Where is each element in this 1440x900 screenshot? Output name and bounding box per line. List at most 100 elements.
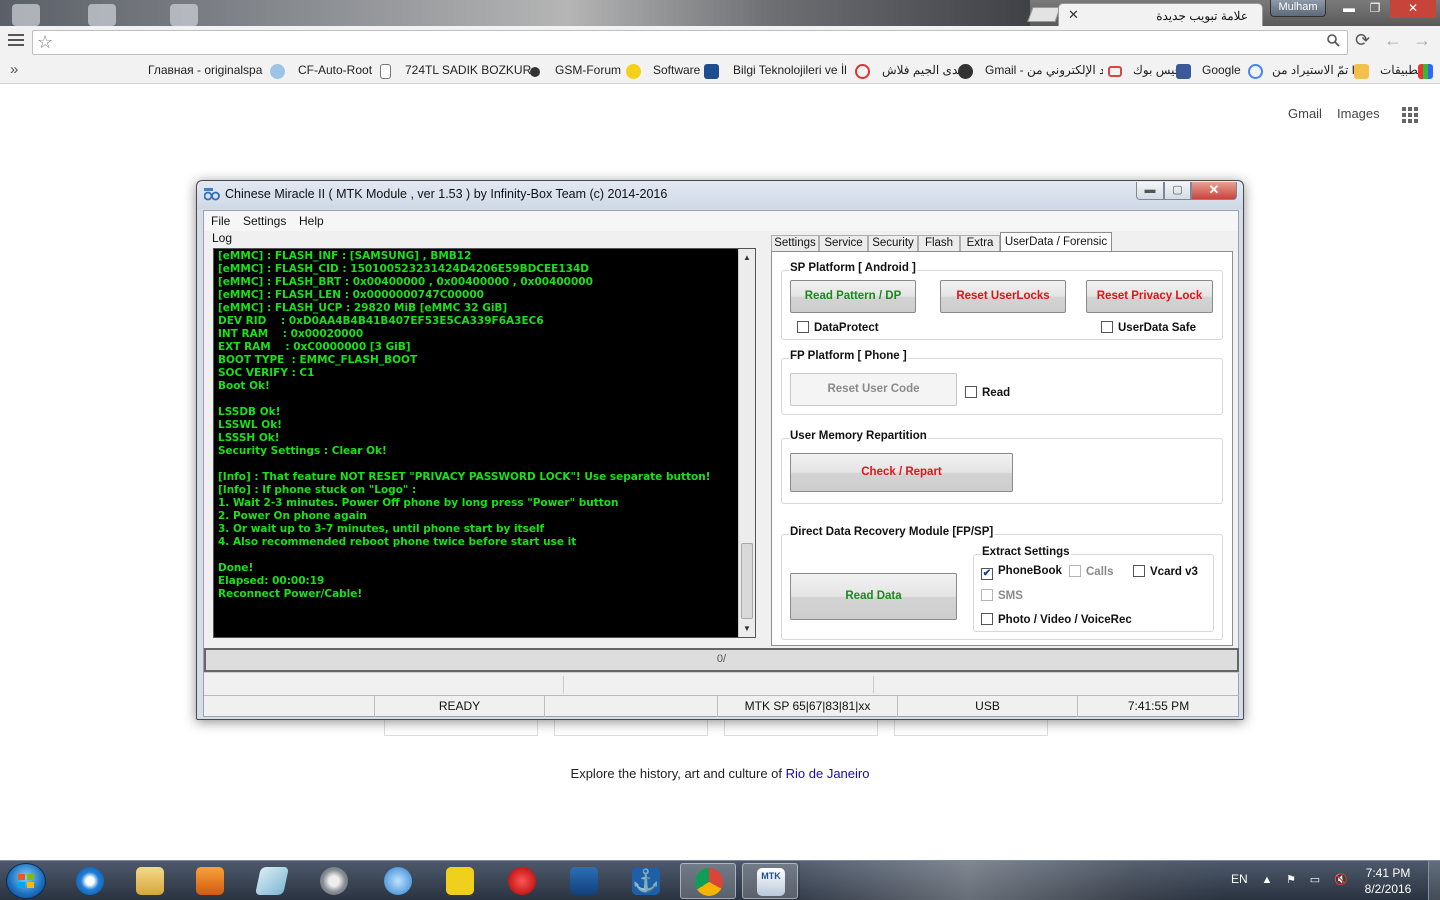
doodle-footer: Explore the history, art and culture of … [0, 766, 1440, 781]
images-link[interactable]: Images [1337, 106, 1380, 121]
log-line: LSSWL Ok! [218, 419, 282, 431]
back-icon[interactable]: ← [1384, 30, 1402, 51]
menu-settings[interactable]: Settings [243, 214, 286, 228]
most-visited-tile[interactable] [724, 718, 878, 736]
bookmark-item[interactable]: تطبيقات [1380, 63, 1421, 77]
bookmark-item[interactable]: Software [653, 63, 700, 77]
taskbar-media-player[interactable] [182, 863, 238, 899]
bookmark-item[interactable]: فيس بوك [1133, 63, 1180, 77]
bookmark-item[interactable]: Gmail - بريد الإلكتروني من [985, 63, 1103, 77]
taskbar-miracle-box[interactable] [494, 863, 550, 899]
calls-checkbox[interactable]: Calls [1069, 565, 1114, 578]
footer-link[interactable]: Rio de Janeiro [786, 766, 870, 781]
taskbar-chrome[interactable] [680, 863, 736, 899]
vcard-checkbox[interactable]: Vcard v3 [1133, 565, 1198, 578]
facebook-icon [1176, 64, 1191, 79]
apps-icon [1418, 64, 1433, 79]
reset-user-code-button[interactable]: Reset User Code [790, 373, 957, 406]
menu-file[interactable]: File [211, 214, 230, 228]
taskbar-bluetooth-tool[interactable] [370, 863, 426, 899]
app-titlebar[interactable]: Chinese Miracle II ( MTK Module , ver 1.… [197, 181, 1243, 209]
scroll-down-arrow-icon[interactable]: ▼ [739, 620, 755, 637]
profile-button[interactable]: Mulham [1270, 0, 1326, 17]
bookmark-item[interactable]: 724TL SADIK BOZKUR [405, 63, 531, 77]
chrome-menu-icon[interactable] [8, 34, 24, 50]
tab-userdata-forensic[interactable]: UserData / Forensic [1000, 232, 1112, 253]
browser-close-button[interactable]: ✕ [1390, 0, 1436, 18]
read-pattern-button[interactable]: Read Pattern / DP [790, 280, 916, 313]
tab-service[interactable]: Service [819, 235, 868, 252]
taskbar-explorer[interactable] [122, 863, 178, 899]
log-scrollbar[interactable]: ▲ ▼ [738, 249, 755, 637]
bookmark-item[interactable]: Главная - originalspa [148, 63, 262, 77]
tab-close-icon[interactable]: ✕ [1068, 7, 1079, 23]
bookmark-item[interactable]: GSM-Forum [555, 63, 621, 77]
action-center-flag-icon[interactable]: ⚑ [1284, 874, 1298, 887]
google-apps-icon[interactable] [1402, 107, 1419, 124]
reset-userlocks-button[interactable]: Reset UserLocks [940, 280, 1066, 313]
checkmark-icon: ✔ [981, 568, 993, 580]
language-indicator[interactable]: EN [1231, 872, 1248, 886]
bookmark-item[interactable]: CF-Auto-Root [298, 63, 372, 77]
bookmarks-overflow-icon[interactable]: » [10, 61, 18, 78]
start-button[interactable] [6, 863, 46, 899]
taskbar-ie[interactable] [62, 863, 118, 899]
bookmark-item[interactable]: Google [1202, 63, 1241, 77]
tab-settings[interactable]: Settings [771, 235, 819, 252]
dataprotect-checkbox[interactable]: DataProtect [797, 321, 879, 334]
globe-icon [270, 64, 285, 79]
check-repart-button[interactable]: Check / Repart [790, 453, 1013, 492]
taskbar-clock[interactable]: 7:41 PM 8/2/2016 [1358, 865, 1418, 897]
tab-security[interactable]: Security [868, 235, 918, 252]
app-close-button[interactable]: ✕ [1191, 182, 1237, 200]
taskbar-anchor-app[interactable]: ⚓ [618, 863, 674, 899]
most-visited-tile[interactable] [384, 718, 538, 736]
folder-icon [1354, 64, 1369, 79]
network-icon[interactable]: ▭ [1308, 874, 1322, 887]
mtk-icon: MTK [757, 868, 785, 896]
bookmark-star-icon[interactable]: ☆ [37, 32, 53, 52]
photo-video-checkbox[interactable]: Photo / Video / VoiceRec [981, 613, 1132, 626]
reload-icon[interactable]: ⟳ [1355, 30, 1370, 51]
clock-date: 8/2/2016 [1364, 882, 1412, 896]
tab-extra[interactable]: Extra [960, 235, 1000, 252]
volume-muted-icon[interactable]: 🔇 [1334, 874, 1348, 887]
scroll-up-arrow-icon[interactable]: ▲ [739, 249, 755, 266]
menu-help[interactable]: Help [299, 214, 324, 228]
bluetooth-icon [384, 867, 412, 895]
read-data-button[interactable]: Read Data [790, 573, 957, 620]
sms-checkbox[interactable]: SMS [981, 589, 1023, 602]
browser-maximize-button[interactable]: ❐ [1362, 0, 1388, 18]
userdata-safe-checkbox[interactable]: UserData Safe [1101, 321, 1196, 334]
taskbar-settings[interactable] [306, 863, 362, 899]
gmail-link[interactable]: Gmail [1288, 106, 1322, 121]
app-minimize-button[interactable]: ▬ [1136, 182, 1164, 200]
most-visited-tile[interactable] [554, 718, 708, 736]
taskbar-spt-box[interactable] [432, 863, 488, 899]
read-checkbox[interactable]: Read [965, 386, 1010, 399]
taskbar-mtk-miracle[interactable]: MTK [742, 863, 798, 899]
show-hidden-icons-icon[interactable]: ▲ [1260, 874, 1274, 887]
taskbar-notepad[interactable] [244, 863, 300, 899]
forward-icon[interactable]: → [1413, 30, 1431, 51]
browser-tab[interactable]: ✕ علامة تبويب جديدة [1058, 3, 1263, 26]
log-line: [eMMC] : FLASH_UCP : 29820 MiB [eMMC 32 … [218, 302, 508, 314]
scroll-thumb[interactable] [741, 543, 753, 619]
reset-privacy-lock-button[interactable]: Reset Privacy Lock [1086, 280, 1213, 313]
bookmark-item[interactable]: Bilgi Teknolojileri ve İl [733, 63, 847, 77]
address-bar[interactable]: ☆ [32, 30, 1348, 55]
log-line: Done! [218, 562, 254, 574]
tab-flash[interactable]: Flash [918, 235, 960, 252]
browser-minimize-button[interactable]: ▬ [1336, 0, 1362, 18]
most-visited-tile[interactable] [894, 718, 1048, 736]
taskbar-anchor-tool[interactable] [556, 863, 612, 899]
log-line: Security Settings : Clear Ok! [218, 445, 387, 457]
app-maximize-button[interactable]: ▢ [1164, 182, 1191, 200]
phonebook-checkbox[interactable]: ✔ PhoneBook [981, 565, 1062, 580]
new-tab-button[interactable] [1027, 7, 1061, 22]
fp-platform-group: FP Platform [ Phone ] Reset User Code Re… [781, 350, 1223, 415]
log-output[interactable]: [eMMC] : FLASH_INF : [SAMSUNG] , BMB12 [e… [213, 248, 756, 638]
show-desktop-button[interactable] [1428, 861, 1440, 900]
bookmark-item[interactable]: تمّ الاستيراد من IE [1272, 63, 1363, 77]
